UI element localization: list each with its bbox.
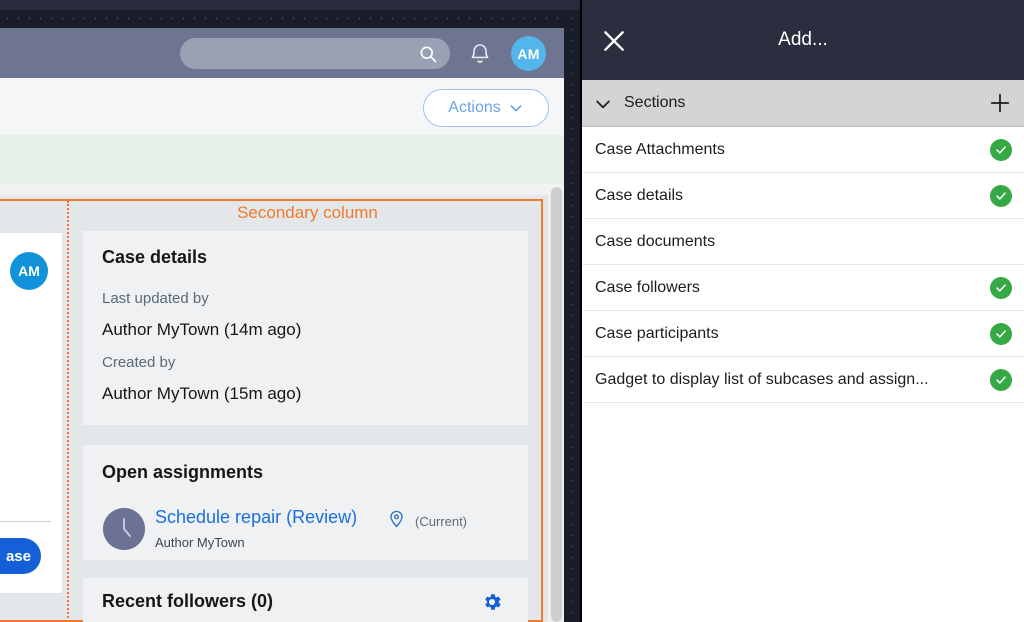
dotted-backdrop-top bbox=[0, 10, 580, 28]
list-item-label: Case documents bbox=[595, 232, 716, 250]
sections-group-label: Sections bbox=[624, 94, 686, 111]
chevron-down-icon[interactable] bbox=[593, 94, 613, 114]
list-item[interactable]: Case followers bbox=[582, 265, 1024, 311]
close-icon[interactable] bbox=[601, 28, 627, 54]
dotted-backdrop-right bbox=[564, 10, 580, 622]
browser-chrome-strip bbox=[0, 0, 580, 10]
list-item[interactable]: Case documents bbox=[582, 219, 1024, 265]
assignment-author: Author MyTown bbox=[155, 535, 245, 550]
list-item[interactable]: Gadget to display list of subcases and a… bbox=[582, 357, 1024, 403]
list-item[interactable]: Case Attachments bbox=[582, 127, 1024, 173]
modal-header: Add... bbox=[582, 0, 1024, 80]
list-item[interactable]: Case details bbox=[582, 173, 1024, 219]
widget-case-details: Case details Last updated by Author MyTo… bbox=[83, 231, 528, 425]
widget-recent-followers-title: Recent followers (0) bbox=[102, 591, 274, 611]
assignment-link[interactable]: Schedule repair (Review) bbox=[155, 507, 357, 528]
actions-button-label: Actions bbox=[448, 99, 501, 116]
widget-open-assignments-title: Open assignments bbox=[102, 462, 264, 482]
actions-button[interactable]: Actions bbox=[423, 89, 549, 127]
screen-root: AM Actions AM ase Secondary column Case … bbox=[0, 0, 1024, 622]
success-banner bbox=[0, 135, 580, 183]
add-sections-modal: Add... Sections Case Attachments Case det… bbox=[580, 0, 1024, 622]
check-circle-icon[interactable] bbox=[990, 369, 1012, 391]
plus-icon[interactable] bbox=[989, 92, 1011, 114]
list-item-label: Case Attachments bbox=[595, 140, 725, 158]
search-icon[interactable] bbox=[418, 44, 438, 64]
notification-bell-icon[interactable] bbox=[468, 42, 492, 66]
field-value-created-by: Author MyTown (15m ago) bbox=[102, 384, 302, 403]
sections-group-header[interactable]: Sections bbox=[582, 80, 1024, 127]
clock-avatar-icon bbox=[103, 508, 145, 550]
search-input[interactable] bbox=[180, 38, 450, 69]
field-label-last-updated-by: Last updated by bbox=[102, 290, 209, 307]
scrollbar-thumb[interactable] bbox=[551, 187, 562, 622]
check-circle-icon[interactable] bbox=[990, 139, 1012, 161]
widget-case-details-title: Case details bbox=[102, 247, 208, 267]
location-pin-icon[interactable] bbox=[387, 509, 406, 529]
field-label-created-by: Created by bbox=[102, 354, 176, 371]
chevron-down-icon bbox=[508, 100, 524, 116]
field-value-last-updated-by: Author MyTown (14m ago) bbox=[102, 320, 302, 339]
background-application: AM Actions AM ase Secondary column Case … bbox=[0, 0, 580, 622]
widget-recent-followers: Recent followers (0) bbox=[83, 578, 528, 622]
content-gap bbox=[0, 183, 580, 195]
list-item-label: Case details bbox=[595, 186, 684, 204]
user-avatar-header-initials: AM bbox=[517, 45, 540, 62]
list-item-label: Case participants bbox=[595, 324, 719, 342]
gear-icon[interactable] bbox=[481, 591, 503, 613]
modal-title: Add... bbox=[778, 29, 828, 50]
user-avatar-header[interactable]: AM bbox=[511, 36, 546, 71]
sections-list: Case Attachments Case details Case documen… bbox=[582, 127, 1024, 403]
widget-open-assignments: Open assignments bbox=[83, 445, 528, 560]
secondary-column-label: Secondary column bbox=[237, 203, 378, 222]
assignment-status: (Current) bbox=[415, 514, 468, 529]
list-item-label: Gadget to display list of subcases and a… bbox=[595, 370, 929, 388]
list-item[interactable]: Case participants bbox=[582, 311, 1024, 357]
check-circle-icon[interactable] bbox=[990, 277, 1012, 299]
check-circle-icon[interactable] bbox=[990, 323, 1012, 345]
check-circle-icon[interactable] bbox=[990, 185, 1012, 207]
secondary-column-dashed-divider bbox=[67, 201, 69, 622]
list-item-label: Case followers bbox=[595, 278, 700, 296]
